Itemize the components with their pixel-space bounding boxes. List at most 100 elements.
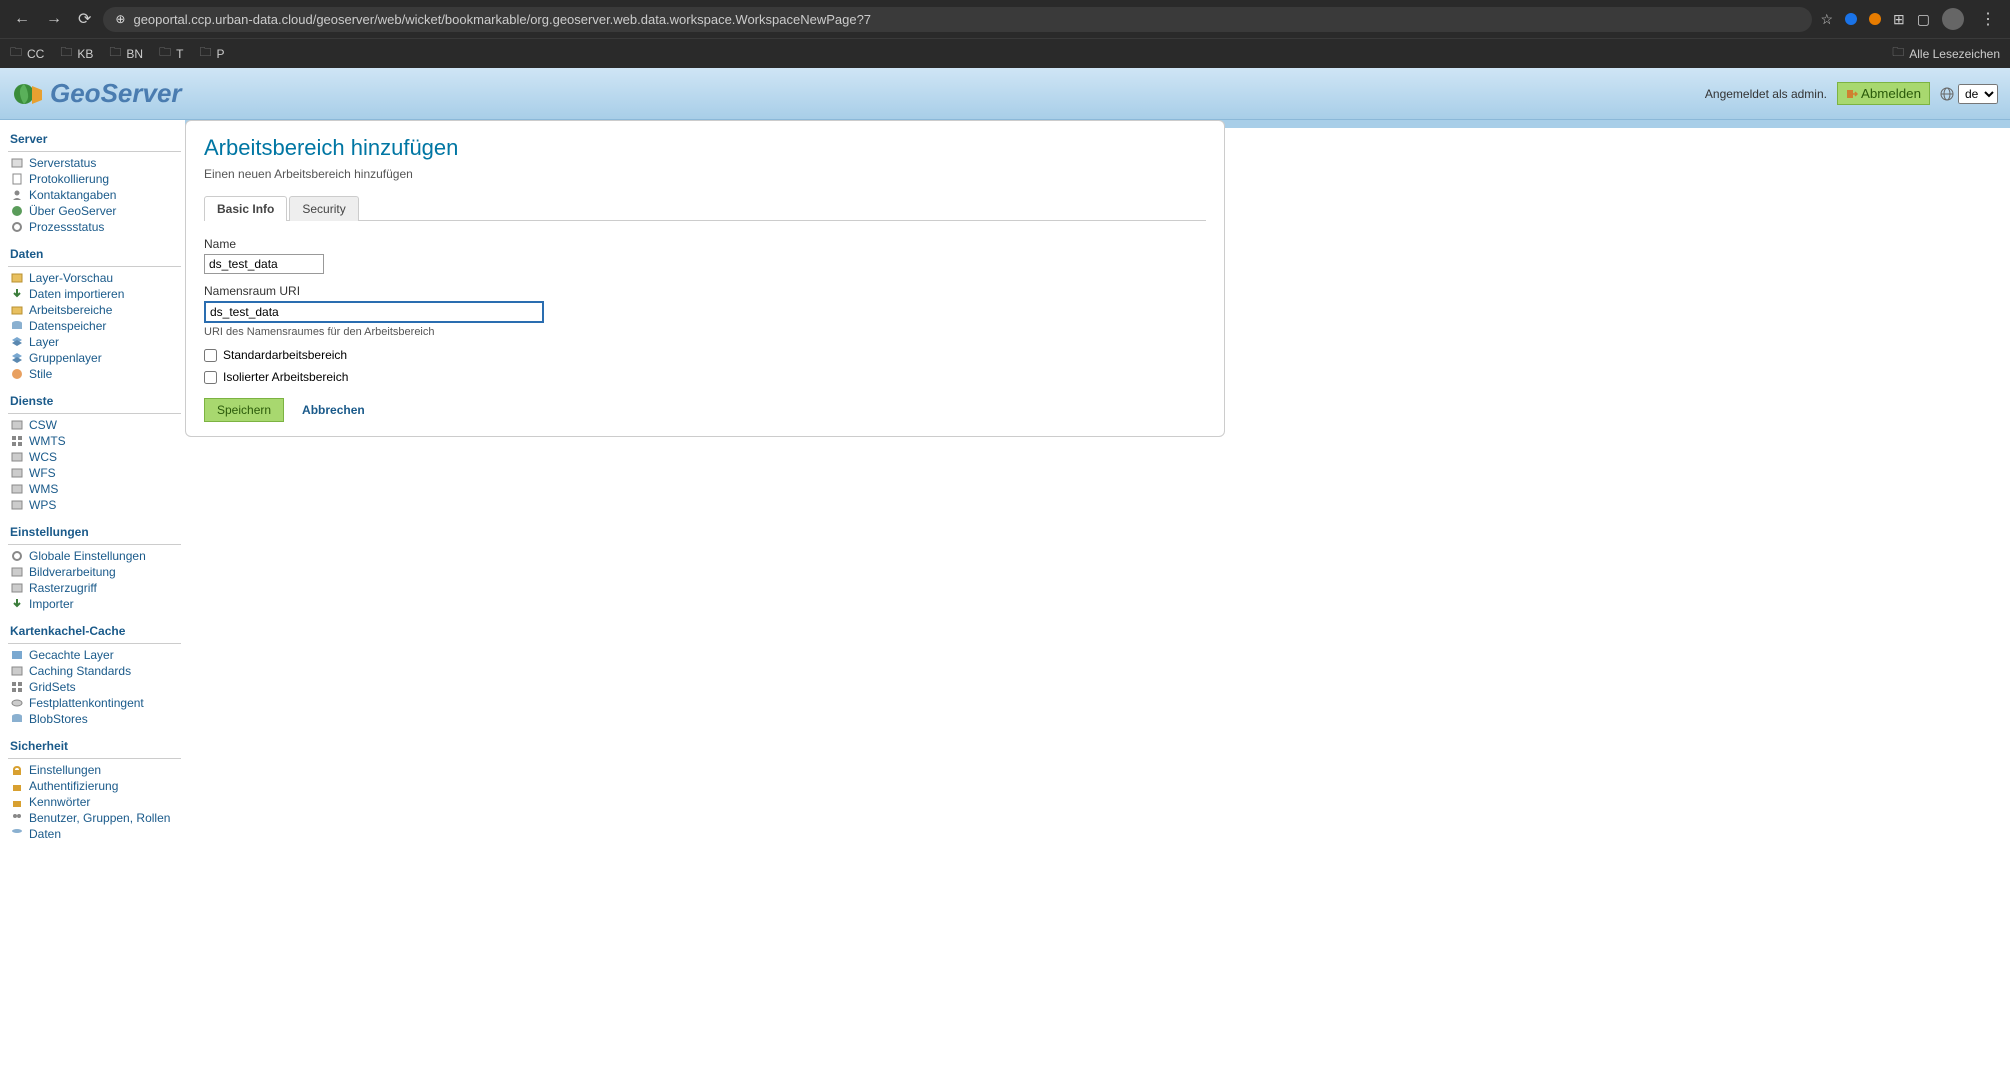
sidebar-item-wms[interactable]: WMS [8, 482, 181, 496]
sidebar-item-uber-geoserver[interactable]: Über GeoServer [8, 204, 181, 218]
sidebar-title: Server [8, 128, 181, 149]
sidebar-title: Sicherheit [8, 735, 181, 756]
uri-label: Namensraum URI [204, 284, 1206, 298]
extensions-button[interactable]: ⊞ [1893, 11, 1905, 28]
login-status: Angemeldet als admin. [1705, 87, 1827, 101]
bookmark-item[interactable]: 🗀T [159, 43, 183, 64]
sidebar-title: Daten [8, 243, 181, 264]
back-button[interactable]: ← [10, 10, 34, 28]
folder-icon: 🗀 [10, 43, 22, 64]
sidebar-item-gruppenlayer[interactable]: Gruppenlayer [8, 351, 181, 365]
sidebar-item-authentifizierung[interactable]: Authentifizierung [8, 779, 181, 793]
folder-icon: 🗀 [199, 43, 211, 64]
extension-icon-1[interactable] [1845, 13, 1857, 25]
sidebar-item-daten-importieren[interactable]: Daten importieren [8, 287, 181, 301]
sidebar-section-kartenkachel-cache: Kartenkachel-Cache Gecachte Layer Cachin… [8, 620, 181, 727]
language-selector: de [1940, 84, 1998, 104]
tabs: Basic Info Security [204, 195, 1206, 221]
sidebar-item-blobstores[interactable]: BlobStores [8, 712, 181, 726]
url-text: geoportal.ccp.urban-data.cloud/geoserver… [133, 12, 871, 27]
sidebar-item-daten-sicherheit[interactable]: Daten [8, 827, 181, 841]
sidebar-item-csw[interactable]: CSW [8, 418, 181, 432]
site-info-icon[interactable]: ⊕ [115, 12, 125, 26]
sidebar-item-layer-vorschau[interactable]: Layer-Vorschau [8, 271, 181, 285]
sidebar-item-wps[interactable]: WPS [8, 498, 181, 512]
sidebar-item-rasterzugriff[interactable]: Rasterzugriff [8, 581, 181, 595]
bookmark-star-icon[interactable]: ☆ [1820, 11, 1833, 28]
sidepanel-button[interactable]: ▢ [1917, 11, 1930, 28]
globe-icon [1940, 87, 1954, 101]
browser-menu-icon[interactable]: ⋮ [1976, 9, 2000, 29]
sidebar-item-serverstatus[interactable]: Serverstatus [8, 156, 181, 170]
header-right: Angemeldet als admin. Abmelden de [1705, 82, 1998, 105]
folder-icon: 🗀 [60, 43, 72, 64]
extension-icon-2[interactable] [1869, 13, 1881, 25]
sidebar-item-kontaktangaben[interactable]: Kontaktangaben [8, 188, 181, 202]
browser-chrome: ← → ⟳ ⊕ geoportal.ccp.urban-data.cloud/g… [0, 0, 2010, 68]
cancel-button[interactable]: Abbrechen [302, 403, 365, 417]
sidebar-section-sicherheit: Sicherheit Einstellungen Authentifizieru… [8, 735, 181, 842]
geoserver-logo-icon [12, 78, 44, 110]
default-workspace-label: Standardarbeitsbereich [223, 348, 347, 362]
sidebar-item-protokollierung[interactable]: Protokollierung [8, 172, 181, 186]
url-bar[interactable]: ⊕ geoportal.ccp.urban-data.cloud/geoserv… [103, 7, 1812, 32]
sidebar-item-gecachte-layer[interactable]: Gecachte Layer [8, 648, 181, 662]
folder-icon: 🗀 [159, 43, 171, 64]
logo[interactable]: GeoServer [12, 78, 182, 110]
sidebar-item-einstellungen[interactable]: Einstellungen [8, 763, 181, 777]
main-wrap: Arbeitsbereich hinzufügen Einen neuen Ar… [185, 120, 2010, 858]
bookmark-item[interactable]: 🗀CC [10, 43, 44, 64]
all-bookmarks[interactable]: 🗀Alle Lesezeichen [1892, 43, 2000, 64]
bookmark-item[interactable]: 🗀P [199, 43, 224, 64]
save-button[interactable]: Speichern [204, 398, 284, 422]
sidebar-item-prozessstatus[interactable]: Prozessstatus [8, 220, 181, 234]
forward-button[interactable]: → [42, 10, 66, 28]
app-header: GeoServer Angemeldet als admin. Abmelden… [0, 68, 2010, 120]
reload-button[interactable]: ⟳ [74, 9, 95, 29]
sidebar-section-server: Server Serverstatus Protokollierung Kont… [8, 128, 181, 235]
page-subtitle: Einen neuen Arbeitsbereich hinzufügen [204, 167, 1206, 181]
sidebar-item-globale-einstellungen[interactable]: Globale Einstellungen [8, 549, 181, 563]
sidebar-title: Dienste [8, 390, 181, 411]
logout-icon [1846, 88, 1858, 100]
name-label: Name [204, 237, 1206, 251]
logout-button[interactable]: Abmelden [1837, 82, 1930, 105]
sidebar-item-benutzer-gruppen-rollen[interactable]: Benutzer, Gruppen, Rollen [8, 811, 181, 825]
sidebar-item-festplattenkontingent[interactable]: Festplattenkontingent [8, 696, 181, 710]
toolbar-icons: ☆ ⊞ ▢ ⋮ [1820, 8, 2000, 30]
sidebar-item-importer[interactable]: Importer [8, 597, 181, 611]
folder-icon: 🗀 [109, 43, 121, 64]
sidebar-title: Einstellungen [8, 521, 181, 542]
sidebar-item-gridsets[interactable]: GridSets [8, 680, 181, 694]
profile-avatar[interactable] [1942, 8, 1964, 30]
default-workspace-checkbox[interactable] [204, 349, 217, 362]
folder-icon: 🗀 [1892, 43, 1904, 64]
sidebar-item-wmts[interactable]: WMTS [8, 434, 181, 448]
isolated-workspace-label: Isolierter Arbeitsbereich [223, 370, 348, 384]
sidebar-item-caching-standards[interactable]: Caching Standards [8, 664, 181, 678]
isolated-workspace-checkbox[interactable] [204, 371, 217, 384]
bookmark-item[interactable]: 🗀KB [60, 43, 93, 64]
logo-text: GeoServer [50, 78, 182, 109]
sidebar-item-datenspeicher[interactable]: Datenspeicher [8, 319, 181, 333]
sidebar-item-stile[interactable]: Stile [8, 367, 181, 381]
bookmark-item[interactable]: 🗀BN [109, 43, 143, 64]
sidebar-item-kennwoerter[interactable]: Kennwörter [8, 795, 181, 809]
sidebar-item-bildverarbeitung[interactable]: Bildverarbeitung [8, 565, 181, 579]
sidebar-item-layer[interactable]: Layer [8, 335, 181, 349]
sidebar-section-einstellungen: Einstellungen Globale Einstellungen Bild… [8, 521, 181, 612]
browser-toolbar: ← → ⟳ ⊕ geoportal.ccp.urban-data.cloud/g… [0, 0, 2010, 38]
name-input[interactable] [204, 254, 324, 274]
tab-basic-info[interactable]: Basic Info [204, 196, 287, 221]
main-panel: Arbeitsbereich hinzufügen Einen neuen Ar… [185, 120, 1225, 437]
sidebar-item-wfs[interactable]: WFS [8, 466, 181, 480]
language-select[interactable]: de [1958, 84, 1998, 104]
tab-security[interactable]: Security [289, 196, 358, 221]
sidebar-title: Kartenkachel-Cache [8, 620, 181, 641]
sidebar-section-dienste: Dienste CSW WMTS WCS WFS WMS WPS [8, 390, 181, 513]
bookmark-bar: 🗀CC 🗀KB 🗀BN 🗀T 🗀P 🗀Alle Lesezeichen [0, 38, 2010, 68]
namespace-uri-input[interactable] [204, 301, 544, 323]
sidebar-item-arbeitsbereiche[interactable]: Arbeitsbereiche [8, 303, 181, 317]
sidebar-section-daten: Daten Layer-Vorschau Daten importieren A… [8, 243, 181, 382]
sidebar-item-wcs[interactable]: WCS [8, 450, 181, 464]
